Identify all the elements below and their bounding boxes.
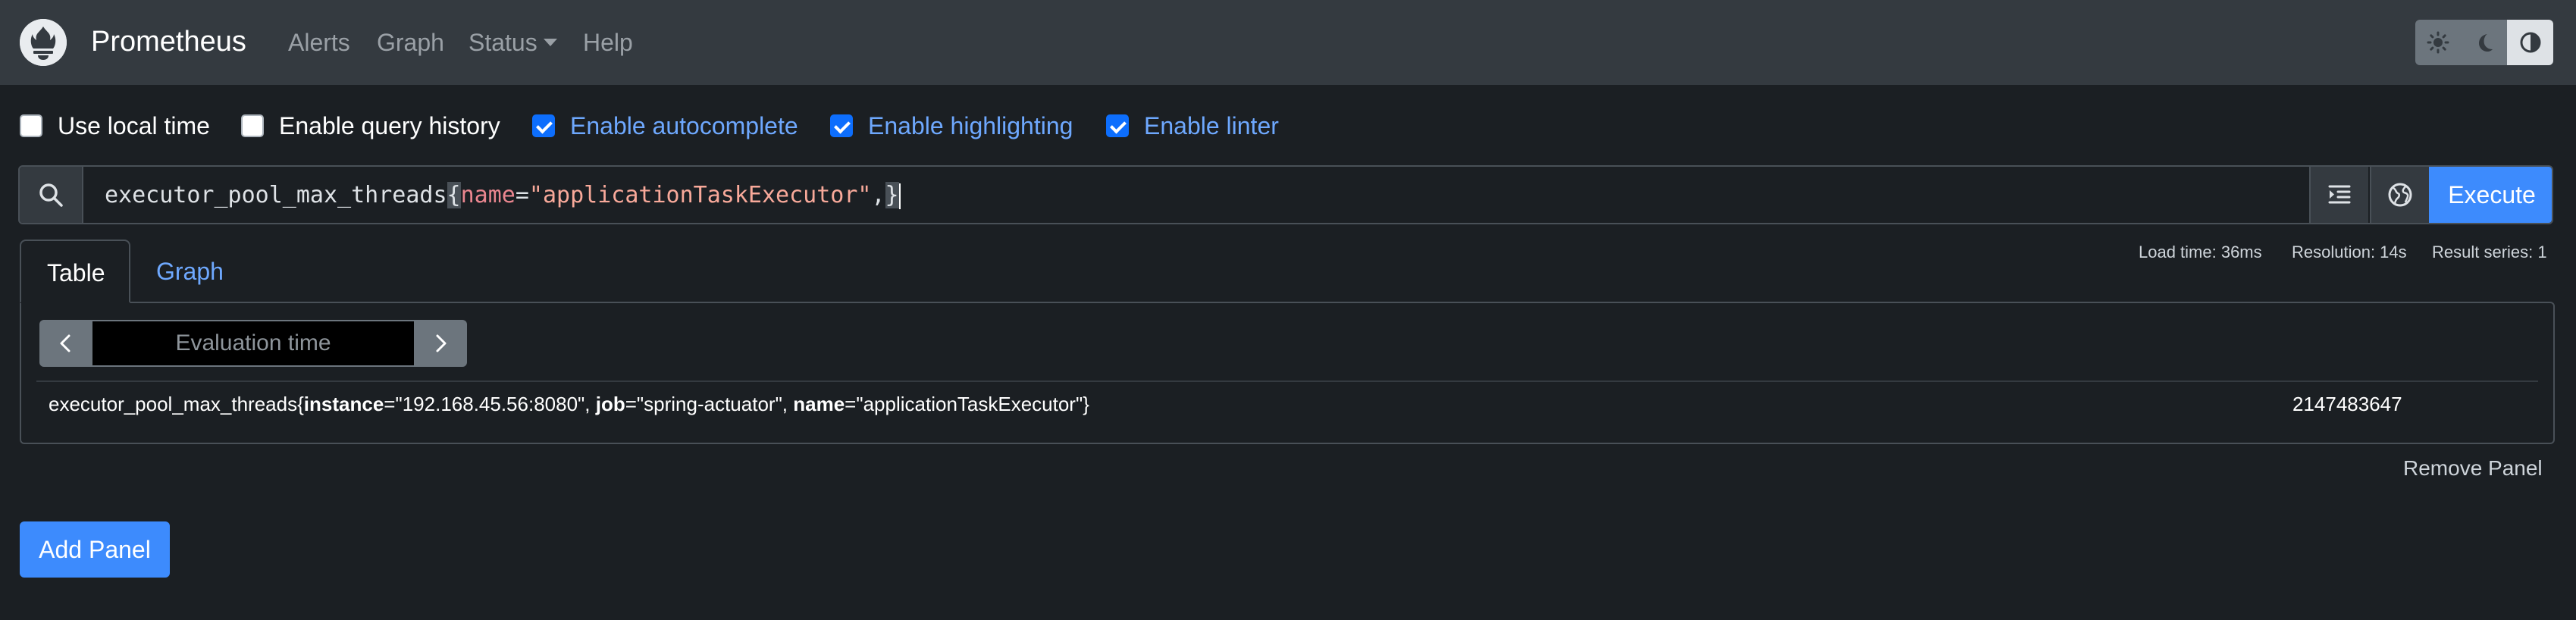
load-time: Load time: 36ms (2139, 243, 2262, 261)
expression-input[interactable]: executor_pool_max_threads{name="applicat… (105, 182, 901, 209)
text-cursor (898, 183, 901, 209)
tab-table[interactable]: Table (20, 240, 130, 303)
add-panel-button[interactable]: Add Panel (20, 521, 170, 578)
metrics-explorer-button[interactable] (2370, 167, 2429, 223)
chevron-left-icon (60, 334, 71, 352)
indent-icon (2328, 185, 2351, 204)
result-label-job: job (595, 393, 625, 415)
result-open-brace: { (297, 393, 304, 415)
expr-metric: executor_pool_max_threads (105, 182, 447, 208)
table-panel: Evaluation time executor_pool_max_thread… (20, 302, 2555, 444)
divider (36, 380, 2538, 382)
result-metric: executor_pool_max_threads (49, 393, 298, 415)
result-close-brace: } (1083, 393, 1089, 415)
evaluation-time-input[interactable]: Evaluation time (92, 320, 414, 367)
brand-title[interactable]: Prometheus (91, 26, 246, 58)
checkbox-enable-linter[interactable] (1106, 114, 1129, 137)
option-enable-autocomplete[interactable]: Enable autocomplete (532, 111, 798, 141)
query-bar: executor_pool_max_threads{name="applicat… (18, 165, 2553, 224)
top-navbar: Prometheus Alerts Graph Status Help (0, 0, 2576, 85)
evaluation-time-group: Evaluation time (39, 320, 467, 367)
table-row: executor_pool_max_threads{instance="192.… (49, 393, 1089, 416)
expr-comma: , (871, 182, 885, 208)
nav-link-graph[interactable]: Graph (377, 29, 444, 57)
expr-open-brace: { (447, 182, 461, 208)
sun-icon[interactable] (2415, 20, 2462, 65)
option-label: Enable linter (1144, 111, 1279, 139)
globe-icon (2388, 183, 2412, 207)
format-expression-button[interactable] (2309, 167, 2368, 223)
resolution: Resolution: 14s (2292, 243, 2407, 261)
checkbox-enable-highlighting[interactable] (830, 114, 853, 137)
next-time-button[interactable] (414, 320, 467, 367)
chevron-down-icon (543, 38, 557, 46)
checkbox-use-local-time[interactable] (20, 114, 42, 137)
checkbox-enable-query-history[interactable] (241, 114, 264, 137)
tab-graph[interactable]: Graph (130, 240, 249, 303)
nav-link-help[interactable]: Help (583, 29, 633, 57)
previous-time-button[interactable] (39, 320, 92, 367)
option-enable-highlighting[interactable]: Enable highlighting (830, 111, 1073, 141)
expr-label-value: "applicationTaskExecutor" (528, 182, 872, 208)
option-enable-query-history[interactable]: Enable query history (241, 111, 500, 141)
option-label: Enable highlighting (868, 111, 1073, 139)
theme-switcher (2415, 20, 2553, 65)
option-label: Enable autocomplete (570, 111, 798, 139)
result-label-instance: instance (303, 393, 384, 415)
option-label: Enable query history (279, 111, 500, 139)
contrast-icon[interactable] (2507, 20, 2553, 65)
expr-operator: = (515, 182, 529, 208)
nav-link-alerts[interactable]: Alerts (288, 29, 350, 57)
search-icon (20, 167, 83, 223)
result-value: 2147483647 (2292, 393, 2402, 415)
option-use-local-time[interactable]: Use local time (20, 111, 210, 141)
remove-panel-link[interactable]: Remove Panel (2403, 456, 2543, 481)
nav-link-status-label: Status (469, 29, 537, 56)
result-label-name: name (793, 393, 845, 415)
result-value-job: ="spring-actuator", (625, 393, 794, 415)
prometheus-logo-icon[interactable] (20, 19, 67, 66)
result-value-name: ="applicationTaskExecutor" (845, 393, 1083, 415)
execute-button[interactable]: Execute (2429, 167, 2552, 223)
chevron-right-icon (436, 334, 447, 352)
nav-link-status[interactable]: Status (469, 29, 557, 57)
moon-icon[interactable] (2462, 20, 2508, 65)
result-series: Result series: 1 (2432, 243, 2547, 261)
result-value-instance: ="192.168.45.56:8080", (384, 393, 596, 415)
expr-close-brace: } (885, 182, 899, 208)
option-enable-linter[interactable]: Enable linter (1106, 111, 1279, 141)
option-label: Use local time (58, 111, 210, 139)
expr-label-name: name (460, 182, 516, 208)
checkbox-enable-autocomplete[interactable] (532, 114, 555, 137)
